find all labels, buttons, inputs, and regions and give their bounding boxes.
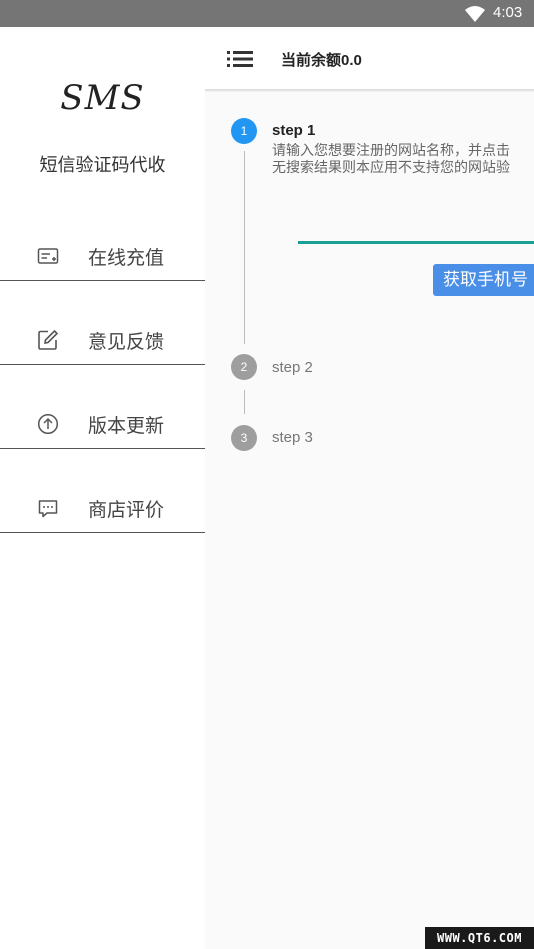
step-1-indicator[interactable]: 1: [231, 118, 257, 144]
drawer-item-update-label: 版本更新: [88, 415, 165, 437]
step-1-description-line2: 无搜索结果则本应用不支持您的网站验: [272, 160, 510, 176]
step-1-description-line1: 请输入您想要注册的网站名称，并点击: [272, 143, 510, 159]
status-bar: 4:03: [0, 0, 534, 27]
card-icon: [37, 248, 59, 264]
step-1-title[interactable]: step 1: [272, 122, 315, 139]
toolbar-divider: [205, 89, 534, 92]
step-3-indicator[interactable]: 3: [231, 425, 257, 451]
drawer-item-recharge-label: 在线充值: [88, 247, 165, 269]
get-phone-number-button[interactable]: 获取手机号: [433, 264, 534, 296]
drawer-item-update[interactable]: 版本更新: [0, 365, 205, 449]
step-1-description: 请输入您想要注册的网站名称，并点击 无搜索结果则本应用不支持您的网站验: [272, 143, 534, 177]
website-name-input[interactable]: [298, 241, 534, 244]
step-connector: [244, 390, 245, 414]
balance-title: 当前余额0.0: [281, 52, 362, 69]
step-2-indicator[interactable]: 2: [231, 354, 257, 380]
step-connector: [244, 151, 245, 344]
drawer-item-feedback-label: 意见反馈: [88, 331, 165, 353]
drawer-item-rating[interactable]: 商店评价: [0, 449, 205, 533]
app-name: 短信验证码代收: [39, 155, 166, 176]
wifi-icon: [465, 6, 485, 22]
app-logo: SMS: [60, 78, 145, 118]
drawer-item-recharge[interactable]: 在线充值: [0, 197, 205, 281]
comment-icon: [38, 500, 58, 518]
drawer-item-rating-label: 商店评价: [88, 499, 165, 521]
navigation-drawer: SMS 短信验证码代收 在线充值 意见反馈 版本更新 商店评价: [0, 27, 205, 949]
upgrade-icon: [37, 413, 59, 435]
watermark: WWW.QT6.COM: [425, 927, 534, 949]
drawer-item-feedback[interactable]: 意见反馈: [0, 281, 205, 365]
edit-icon: [38, 329, 59, 350]
status-time: 4:03: [493, 4, 523, 21]
menu-icon[interactable]: [227, 50, 253, 68]
step-3-title[interactable]: step 3: [272, 429, 313, 446]
step-2-title[interactable]: step 2: [272, 359, 313, 376]
